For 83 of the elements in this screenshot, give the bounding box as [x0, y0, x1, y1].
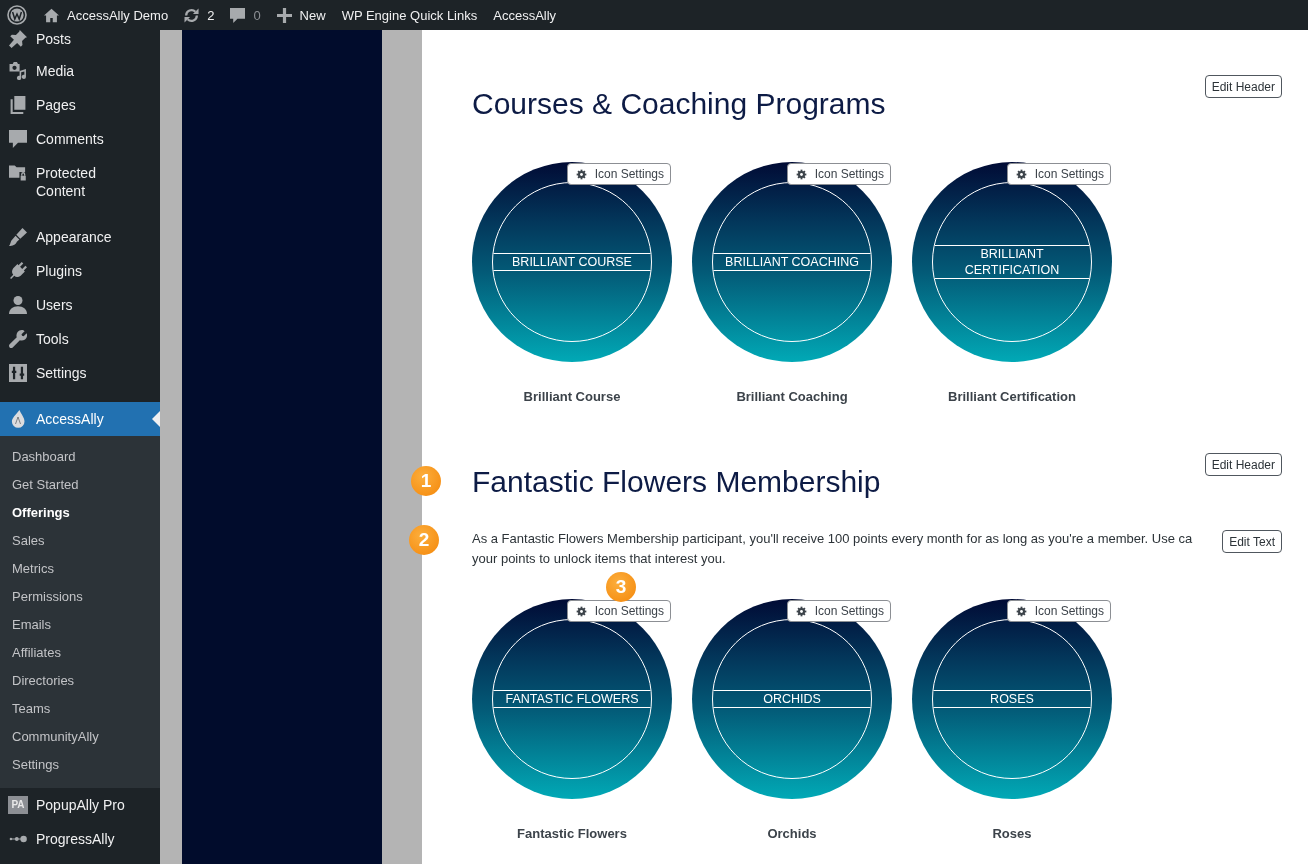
submenu-item[interactable]: Permissions — [0, 583, 160, 611]
section-heading: Fantastic Flowers Membership — [472, 464, 881, 500]
logo-tile: PA — [8, 796, 28, 814]
wrench-icon — [9, 330, 27, 348]
gear-icon — [795, 168, 807, 180]
site-name-link[interactable]: AccessAlly Demo — [36, 0, 177, 30]
drop-icon — [9, 410, 27, 428]
admin-bar-link[interactable]: AccessAlly — [485, 0, 565, 30]
admin-bar-link[interactable]: WP Engine Quick Links — [333, 0, 486, 30]
sidebar-item[interactable]: Appearance — [0, 220, 160, 254]
icon-settings-button[interactable]: Icon Settings — [566, 600, 671, 622]
emblem-title: BRILLIANT COACHING — [713, 253, 871, 271]
emblem-title: BRILLIANT CERTIFICATION — [933, 245, 1091, 279]
gear-icon — [575, 168, 587, 180]
folder-lock-icon — [9, 164, 27, 182]
documents-icon — [9, 96, 27, 114]
icon-settings-button[interactable]: Icon Settings — [786, 600, 891, 622]
step-marker: 2 — [409, 525, 439, 555]
comments-link[interactable]: 0 — [222, 0, 269, 30]
connected-dots-icon — [9, 835, 27, 843]
updates-link[interactable]: 2 — [176, 0, 223, 30]
icon-settings-button[interactable]: Icon Settings — [1006, 600, 1111, 622]
new-content-link[interactable]: New — [268, 0, 334, 30]
emblem-title: FANTASTIC FLOWERS — [493, 690, 651, 708]
edit-text-button[interactable]: Edit Text — [1222, 530, 1282, 553]
sidebar-item[interactable]: PA PopupAlly Pro — [0, 788, 160, 822]
sidebar-item[interactable]: Protected Content — [0, 156, 160, 208]
speech-bubble-icon — [9, 130, 27, 148]
emblem-title: BRILLIANT COURSE — [493, 253, 651, 271]
icon-settings-button[interactable]: Icon Settings — [1006, 163, 1111, 185]
gear-icon — [1015, 168, 1027, 180]
submenu-item[interactable]: Sales — [0, 527, 160, 555]
icon-settings-button[interactable]: Icon Settings — [566, 163, 671, 185]
gear-icon — [1015, 605, 1027, 617]
offering-name: Orchids — [767, 826, 817, 842]
plus-icon — [276, 7, 292, 23]
step-marker: 1 — [411, 466, 441, 496]
submenu-item[interactable]: Affiliates — [0, 639, 160, 667]
submenu-item[interactable]: Dashboard — [0, 443, 160, 471]
submenu-item[interactable]: Teams — [0, 695, 160, 723]
logo-icon[interactable] — [7, 5, 27, 25]
sidebar-item[interactable]: Tools — [0, 322, 160, 356]
submenu-item[interactable]: Get Started — [0, 471, 160, 499]
menu-pointer-icon — [152, 411, 160, 427]
gear-icon — [575, 605, 587, 617]
offering-name: Roses — [992, 826, 1032, 842]
step-marker: 3 — [606, 572, 636, 602]
submenu-item[interactable]: Metrics — [0, 555, 160, 583]
gear-icon — [795, 605, 807, 617]
submenu-item[interactable]: Settings — [0, 751, 160, 779]
sidebar-item[interactable]: Users — [0, 288, 160, 322]
section-description: As a Fantastic Flowers Membership participant, you'll receive 100 points every month for as long as you're a member. Use ca your points to unlock items that interest you. — [472, 530, 1193, 568]
sidebar-item[interactable]: Media — [0, 54, 160, 88]
sidebar-item[interactable]: ProgressAlly — [0, 822, 160, 856]
emblem-title: ORCHIDS — [713, 690, 871, 708]
sidebar-item[interactable]: Comments — [0, 122, 160, 156]
submenu-item[interactable]: Offerings — [0, 499, 160, 527]
offering-name: Brilliant Course — [523, 389, 621, 405]
icon-settings-button[interactable]: Icon Settings — [786, 163, 891, 185]
camera-note-icon — [9, 62, 27, 80]
offering-name: Fantastic Flowers — [517, 826, 627, 842]
plug-icon — [9, 262, 27, 280]
sliders-icon — [9, 364, 27, 382]
offering-name: Brilliant Certification — [948, 389, 1076, 405]
sidebar-item[interactable]: Pages — [0, 88, 160, 122]
offering-name: Brilliant Coaching — [736, 389, 848, 405]
sidebar-item[interactable]: AccessAlly — [0, 402, 160, 436]
edit-header-button[interactable]: Edit Header — [1204, 453, 1282, 476]
refresh-icon — [184, 7, 200, 23]
section-heading: Courses & Coaching Programs — [472, 86, 886, 122]
user-icon — [9, 296, 27, 314]
submenu-item[interactable]: Emails — [0, 611, 160, 639]
submenu-item[interactable]: CommunityAlly — [0, 723, 160, 751]
emblem-title: ROSES — [933, 690, 1091, 708]
sidebar-item[interactable]: Plugins — [0, 254, 160, 288]
pin-icon — [9, 30, 27, 48]
speech-bubble-icon — [230, 7, 246, 23]
paintbrush-icon — [9, 228, 27, 246]
sidebar-item[interactable]: Posts — [0, 30, 160, 54]
sidebar-item[interactable]: Settings — [0, 356, 160, 390]
edit-header-button[interactable]: Edit Header — [1204, 75, 1282, 98]
submenu-item[interactable]: Directories — [0, 667, 160, 695]
home-icon — [44, 7, 59, 23]
